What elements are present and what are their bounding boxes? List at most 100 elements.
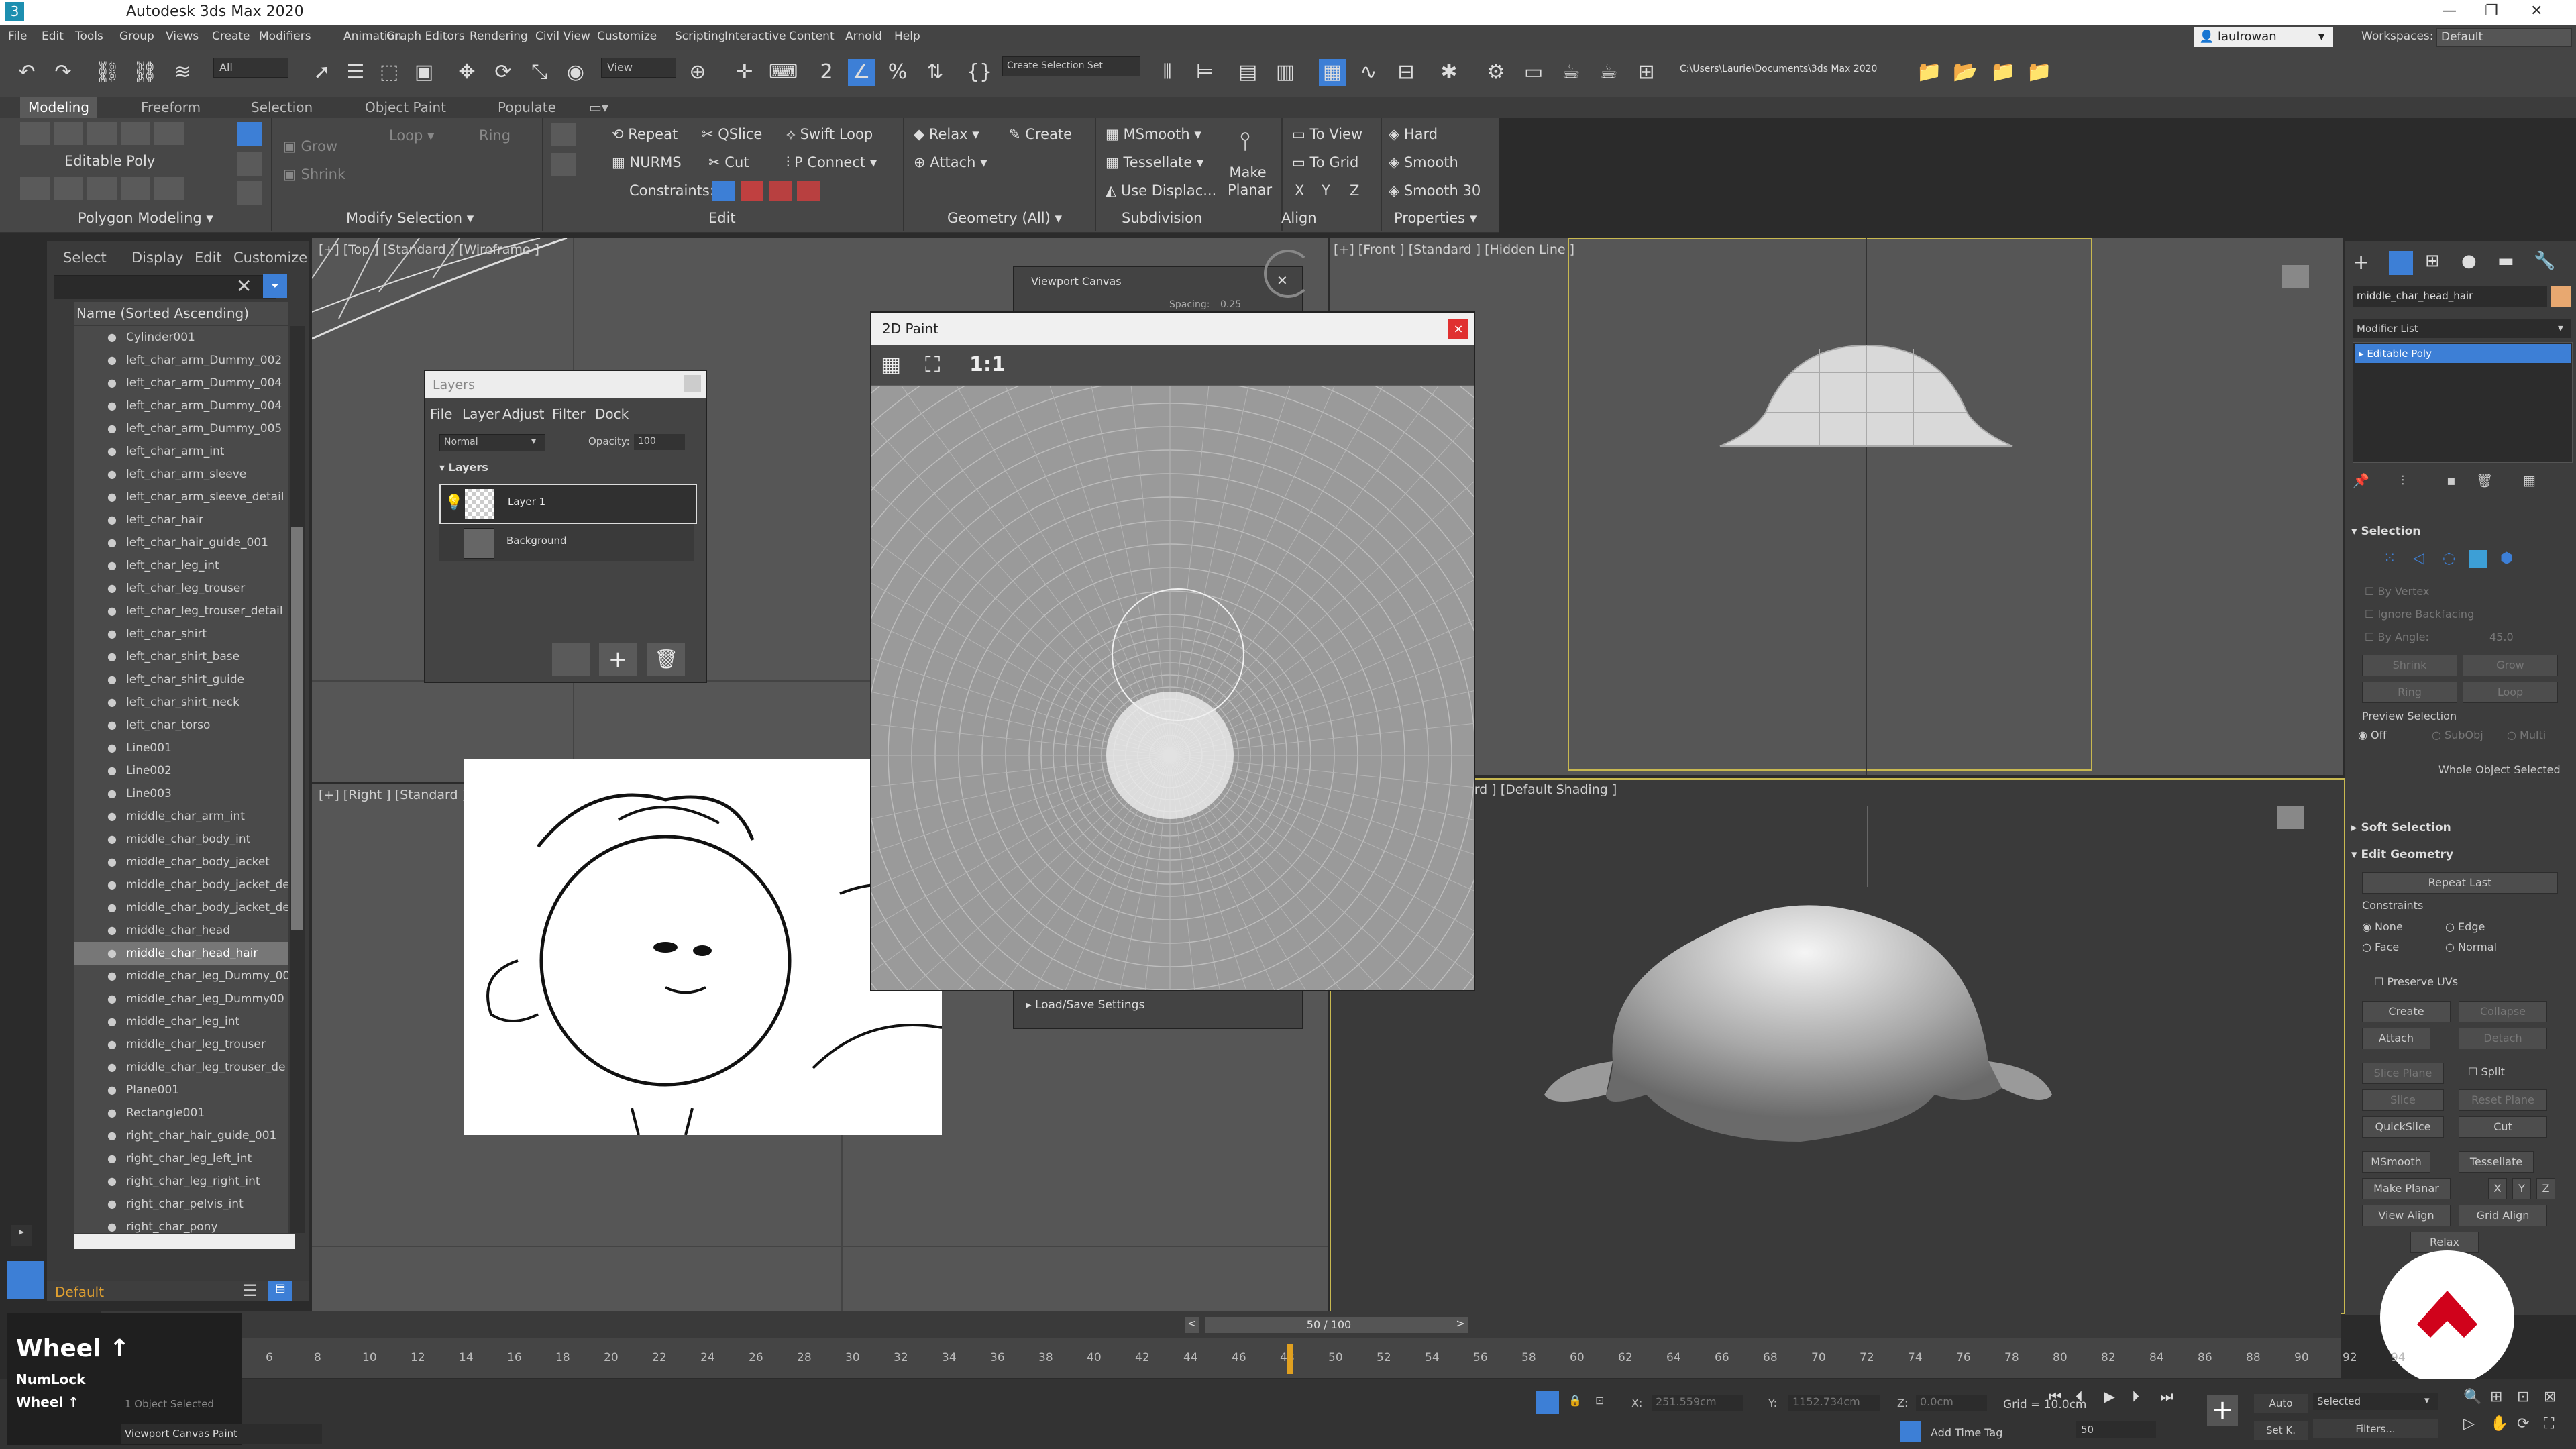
list-item[interactable]: ● middle_char_leg_int <box>74 1010 288 1033</box>
menu-group[interactable]: Group <box>119 30 154 43</box>
rotate-icon[interactable]: ⟳ <box>490 59 517 86</box>
menu-graph-editors[interactable]: Graph Editors <box>386 30 465 43</box>
by-angle-value[interactable]: 45.0 <box>2489 631 2514 643</box>
ring-button[interactable]: Ring <box>479 127 511 144</box>
show-cage-icon[interactable] <box>54 177 83 200</box>
use-soft-icon[interactable] <box>237 122 262 146</box>
zoom-icon[interactable]: 🔍 <box>2463 1389 2481 1405</box>
window-crossing-icon[interactable]: ▣ <box>411 59 437 86</box>
menu-customize[interactable]: Customize <box>597 30 657 43</box>
repeat-button[interactable]: ⟲ Repeat <box>612 126 678 142</box>
visibility-icon[interactable]: ● <box>107 1147 117 1170</box>
go-end-icon[interactable]: ⏭ <box>2160 1389 2174 1405</box>
keyboard-shortcut-icon[interactable]: ⌨ <box>769 59 798 86</box>
list-item[interactable]: ● middle_char_head_hair <box>74 942 288 965</box>
link-icon[interactable]: ⛓ <box>94 59 121 86</box>
viewcube-persp-icon[interactable] <box>2277 806 2304 829</box>
project-path-select[interactable]: C:\Users\Laurie\Documents\3ds Max 2020 <box>1677 60 1905 79</box>
cut-button[interactable]: ✂ Cut <box>708 154 749 170</box>
visibility-icon[interactable]: ● <box>107 486 117 508</box>
list-item[interactable]: ● right_char_leg_right_int <box>74 1170 288 1193</box>
reference-coord-select[interactable]: View <box>601 58 676 78</box>
group-align[interactable]: Align <box>1281 210 1317 226</box>
zoom-extents-icon[interactable]: ⊡ <box>2517 1389 2529 1405</box>
layers-close-icon[interactable] <box>684 375 701 392</box>
constraint-edge-radio[interactable]: ○ Edge <box>2445 920 2485 933</box>
preview-multi-radio[interactable]: ○ Multi <box>2507 729 2546 741</box>
use-displacement-button[interactable]: ◭ Use Displac... <box>1106 182 1216 199</box>
scene-scrollbar[interactable] <box>290 326 305 1233</box>
to-view-button[interactable]: ▭ To View <box>1292 126 1362 142</box>
relax-button[interactable]: ◆ Relax ▾ <box>914 126 979 142</box>
loop-button[interactable]: Loop <box>2463 682 2558 703</box>
view-align-button[interactable]: View Align <box>2362 1205 2451 1226</box>
list-item[interactable]: ● Line001 <box>74 737 288 759</box>
visibility-icon[interactable]: ● <box>107 896 117 919</box>
by-angle-checkbox[interactable]: ☐ By Angle: <box>2365 631 2429 643</box>
group-properties[interactable]: Properties ▾ <box>1394 210 1477 226</box>
constraint-none-icon[interactable] <box>712 181 735 201</box>
list-item[interactable]: ● middle_char_body_jacket_de <box>74 896 288 919</box>
visibility-icon[interactable]: ● <box>107 1056 117 1079</box>
move-icon[interactable]: ✥ <box>453 59 480 86</box>
repeat-last-button[interactable]: Repeat Last <box>2362 872 2558 894</box>
collapse-stack-icon[interactable] <box>121 177 150 200</box>
visibility-icon[interactable]: ● <box>107 417 117 440</box>
project-folder-icon[interactable]: 📁 <box>1916 59 1943 86</box>
spinner-snap-icon[interactable]: ⇅ <box>922 59 949 86</box>
go-start-icon[interactable]: ⏮ <box>2049 1389 2062 1405</box>
hierarchy-tab-icon[interactable]: ⊞ <box>2425 251 2440 271</box>
filter-toggle-icon[interactable]: ⏷ <box>263 274 287 298</box>
visibility-icon[interactable]: ● <box>107 987 117 1010</box>
menu-scripting[interactable]: Scripting <box>675 30 726 43</box>
list-item[interactable]: ● middle_char_body_jacket_de <box>74 873 288 896</box>
z-coord-field[interactable]: 0.0cm <box>1916 1395 1987 1411</box>
user-dropdown[interactable]: 👤 laulrowan ▾ <box>2194 27 2333 47</box>
isolate-selection-icon[interactable] <box>1536 1391 1559 1414</box>
background-row[interactable]: Background <box>439 524 694 561</box>
show-end-result-icon[interactable]: ⫶ <box>2401 472 2404 488</box>
viewport-top-label[interactable]: [+] [Top ] [Standard ] [Wireframe ] <box>319 242 539 257</box>
viewcube-icon[interactable] <box>2282 265 2309 288</box>
ring-button[interactable]: Ring <box>2362 682 2457 703</box>
delete-layer-icon[interactable]: 🗑 <box>647 643 685 676</box>
list-item[interactable]: ● middle_char_head <box>74 919 288 942</box>
angle-snap-icon[interactable]: ∠ <box>848 59 875 86</box>
viewport-perspective[interactable]: dard ] [Default Shading ] <box>1330 778 2345 1314</box>
name-column-header[interactable]: Name (Sorted Ascending) <box>74 302 288 325</box>
list-item[interactable]: ● Plane001 <box>74 1079 288 1102</box>
grid-align-button[interactable]: Grid Align <box>2459 1205 2547 1226</box>
object-name-field[interactable]: middle_char_head_hair <box>2353 286 2547 307</box>
list-item[interactable]: ● right_char_pelvis_int <box>74 1193 288 1216</box>
list-item[interactable]: ● middle_char_arm_int <box>74 805 288 828</box>
menu-edit[interactable]: Edit <box>195 250 222 266</box>
visibility-icon[interactable]: ● <box>107 623 117 645</box>
planar-y-button[interactable]: Y <box>2512 1178 2531 1199</box>
play-icon[interactable]: ▶ <box>2104 1389 2115 1405</box>
list-item[interactable]: ● Line002 <box>74 759 288 782</box>
split-checkbox[interactable]: ☐ Split <box>2468 1065 2505 1078</box>
material-editor-icon[interactable]: ✱ <box>1436 59 1462 86</box>
menu-customize[interactable]: Customize <box>233 250 307 266</box>
scroll-thumb[interactable] <box>291 527 303 930</box>
zoom-all-icon[interactable]: ⊞ <box>2490 1389 2502 1405</box>
time-cursor[interactable] <box>1287 1344 1293 1374</box>
shrink-button[interactable]: Shrink <box>2362 655 2457 676</box>
layer-explorer-icon[interactable]: ▥ <box>1272 59 1299 86</box>
planar-x-button[interactable]: X <box>2488 1178 2507 1199</box>
visibility-icon[interactable]: ● <box>107 1010 117 1033</box>
visibility-icon[interactable]: ● <box>107 919 117 942</box>
layers-menu-file[interactable]: File <box>430 406 452 422</box>
detach-button[interactable]: Detach <box>2459 1028 2547 1049</box>
grid-toggle-icon[interactable]: ▦ <box>881 352 910 378</box>
smooth-button[interactable]: ◈ Smooth <box>1389 154 1458 170</box>
list-item[interactable]: ● left_char_arm_Dummy_004 <box>74 394 288 417</box>
render-online-icon[interactable]: ⊞ <box>1633 59 1660 86</box>
create-tab-icon[interactable]: + <box>2353 251 2369 274</box>
curve-editor-icon[interactable]: ∿ <box>1355 59 1382 86</box>
visibility-icon[interactable]: ● <box>107 668 117 691</box>
remove-icon[interactable] <box>551 123 576 146</box>
load-save-settings[interactable]: ▸ Load/Save Settings <box>1026 998 1294 1018</box>
zoom-1to1-button[interactable]: 1:1 <box>969 353 1006 376</box>
smooth30-button[interactable]: ◈ Smooth 30 <box>1389 182 1481 199</box>
